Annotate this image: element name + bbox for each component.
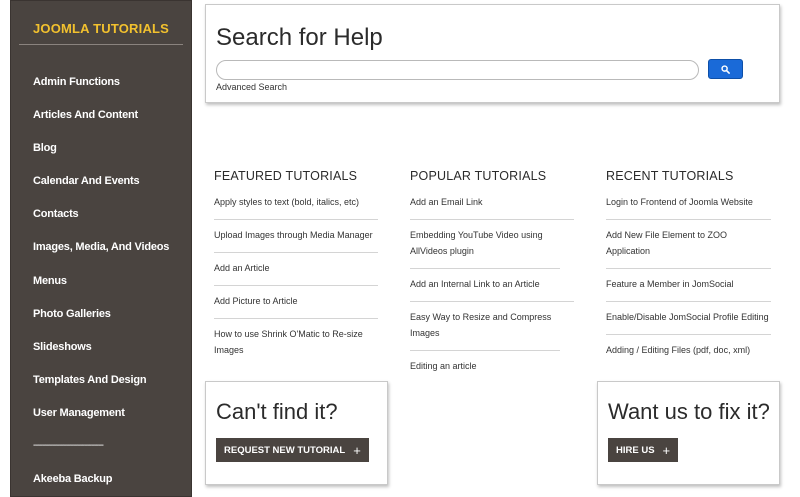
cant-find-it-panel: Can't find it? REQUEST NEW TUTORIAL +: [205, 381, 388, 485]
recent-tutorials-column: RECENT TUTORIALS Login to Frontend of Jo…: [606, 168, 771, 358]
featured-link-4[interactable]: Add Picture to Article: [214, 286, 378, 319]
sidebar-item-blog[interactable]: Blog: [33, 142, 57, 154]
featured-link-5[interactable]: How to use Shrink O'Matic to Re-size Ima…: [214, 319, 374, 358]
plus-icon: +: [662, 442, 671, 458]
recent-tutorials-heading: RECENT TUTORIALS: [606, 169, 734, 183]
popular-link-2[interactable]: Embedding YouTube Video using AllVideos …: [410, 220, 560, 269]
search-title: Search for Help: [216, 24, 383, 51]
sidebar-item-akeeba-backup[interactable]: Akeeba Backup: [33, 473, 113, 485]
sidebar-item-templates-and-design[interactable]: Templates And Design: [33, 374, 147, 386]
sidebar-item-contacts[interactable]: Contacts: [33, 208, 79, 220]
recent-link-4[interactable]: Enable/Disable JomSocial Profile Editing: [606, 302, 771, 335]
sidebar-item-photo-galleries[interactable]: Photo Galleries: [33, 308, 111, 320]
recent-link-5[interactable]: Adding / Editing Files (pdf, doc, xml): [606, 335, 771, 358]
featured-tutorials-column: FEATURED TUTORIALS Apply styles to text …: [214, 168, 378, 358]
request-new-tutorial-button[interactable]: REQUEST NEW TUTORIAL +: [216, 438, 369, 462]
featured-tutorials-heading: FEATURED TUTORIALS: [214, 169, 358, 183]
sidebar-item-calendar-and-events[interactable]: Calendar And Events: [33, 175, 140, 187]
featured-link-2[interactable]: Upload Images through Media Manager: [214, 220, 378, 253]
hire-us-button[interactable]: HIRE US +: [608, 438, 679, 462]
sidebar-item-user-management[interactable]: User Management: [33, 407, 125, 419]
advanced-search-link[interactable]: Advanced Search: [216, 82, 287, 92]
popular-link-5[interactable]: Editing an article: [410, 351, 574, 374]
popular-tutorials-heading: POPULAR TUTORIALS: [410, 169, 547, 183]
plus-icon: +: [353, 442, 361, 458]
popular-link-3[interactable]: Add an Internal Link to an Article: [410, 269, 574, 302]
featured-link-1[interactable]: Apply styles to text (bold, italics, etc…: [214, 194, 378, 220]
popular-tutorials-column: POPULAR TUTORIALS Add an Email Link Embe…: [410, 168, 574, 374]
recent-link-3[interactable]: Feature a Member in JomSocial: [606, 269, 771, 302]
search-input[interactable]: [216, 60, 699, 80]
search-button[interactable]: [708, 59, 743, 79]
hire-us-label: HIRE US: [616, 444, 655, 456]
want-us-to-fix-it-panel: Want us to fix it? HIRE US +: [597, 381, 780, 485]
sidebar-item-images-media-videos[interactable]: Images, Media, And Videos: [33, 241, 169, 253]
sidebar-item-articles-and-content[interactable]: Articles And Content: [33, 109, 138, 121]
sidebar-item-slideshows[interactable]: Slideshows: [33, 341, 92, 353]
popular-link-4[interactable]: Easy Way to Resize and Compress Images: [410, 302, 560, 351]
sidebar-item-menus[interactable]: Menus: [33, 275, 67, 287]
recent-link-2[interactable]: Add New File Element to ZOO Application: [606, 220, 771, 269]
sidebar-title: JOOMLA TUTORIALS: [19, 21, 183, 45]
cant-find-it-title: Can't find it?: [216, 399, 338, 424]
featured-link-3[interactable]: Add an Article: [214, 253, 378, 286]
sidebar-separator: ------------------------------: [33, 440, 104, 451]
request-new-tutorial-label: REQUEST NEW TUTORIAL: [224, 444, 346, 456]
want-us-to-fix-it-title: Want us to fix it?: [608, 399, 770, 424]
sidebar: JOOMLA TUTORIALS Admin Functions Article…: [10, 0, 192, 497]
sidebar-item-admin-functions[interactable]: Admin Functions: [33, 76, 120, 88]
recent-link-1[interactable]: Login to Frontend of Joomla Website: [606, 194, 771, 220]
popular-link-1[interactable]: Add an Email Link: [410, 194, 574, 220]
search-icon: [721, 64, 730, 74]
search-panel: Search for Help Advanced Search: [205, 4, 780, 103]
